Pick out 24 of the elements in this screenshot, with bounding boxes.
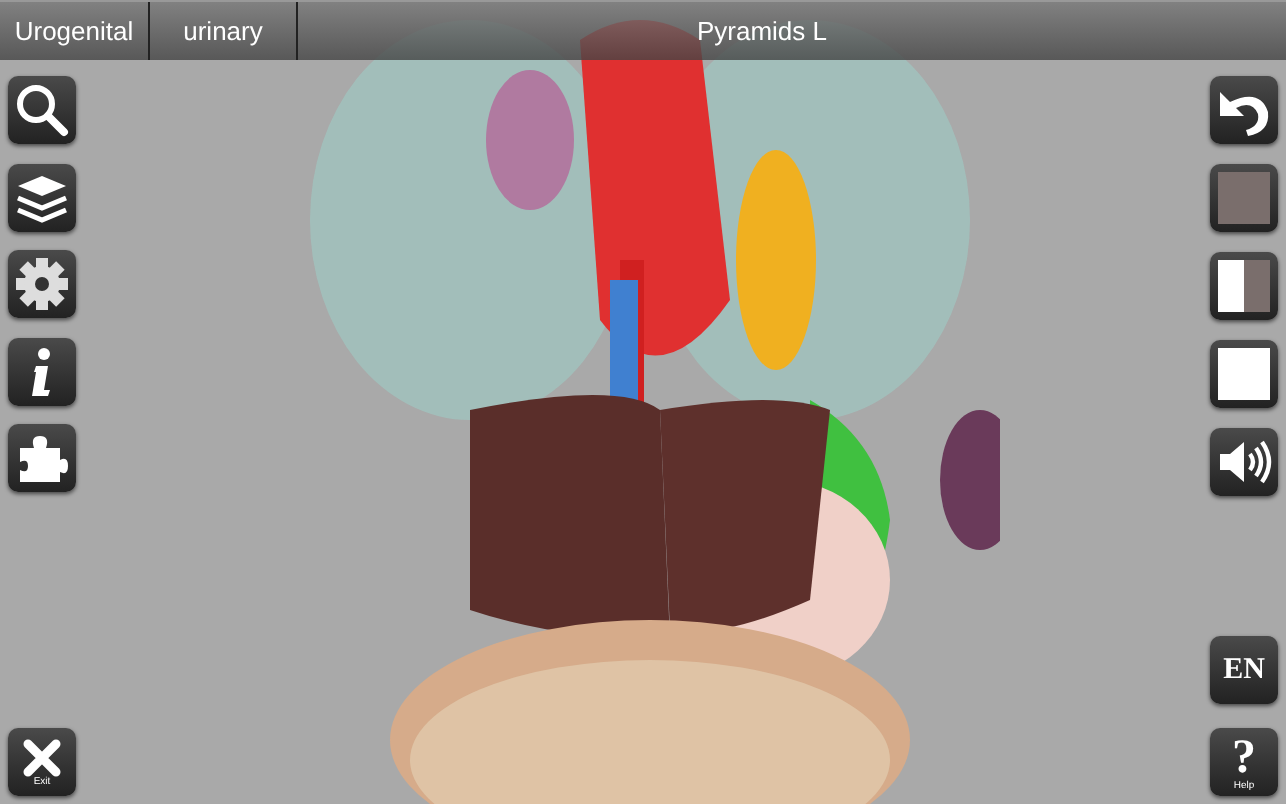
- solid-view-button[interactable]: [1210, 164, 1278, 232]
- sound-button[interactable]: [1210, 428, 1278, 496]
- info-button[interactable]: [8, 337, 76, 405]
- breadcrumb-tab[interactable]: Urogenital: [0, 2, 150, 60]
- settings-icon: [14, 256, 70, 312]
- layers-icon: [14, 171, 70, 223]
- speaker-icon: [1216, 436, 1272, 488]
- breadcrumb-tab[interactable]: urinary: [150, 2, 298, 60]
- split-view-button[interactable]: [1210, 252, 1278, 320]
- puzzle-piece-icon: [16, 432, 68, 484]
- search-icon: [14, 82, 70, 138]
- empty-square-icon: [1218, 348, 1270, 400]
- layers-button[interactable]: [8, 163, 76, 231]
- close-icon: [22, 737, 62, 777]
- filled-square-icon: [1218, 172, 1270, 224]
- blank-view-button[interactable]: [1210, 340, 1278, 408]
- undo-button[interactable]: [1210, 76, 1278, 144]
- info-icon: [28, 345, 56, 397]
- structure-title: Pyramids L: [696, 13, 828, 50]
- settings-button[interactable]: [8, 250, 76, 318]
- puzzle-button[interactable]: [8, 424, 76, 492]
- search-button[interactable]: [8, 76, 76, 144]
- half-filled-square-icon: [1218, 260, 1270, 312]
- language-button[interactable]: EN: [1210, 636, 1278, 704]
